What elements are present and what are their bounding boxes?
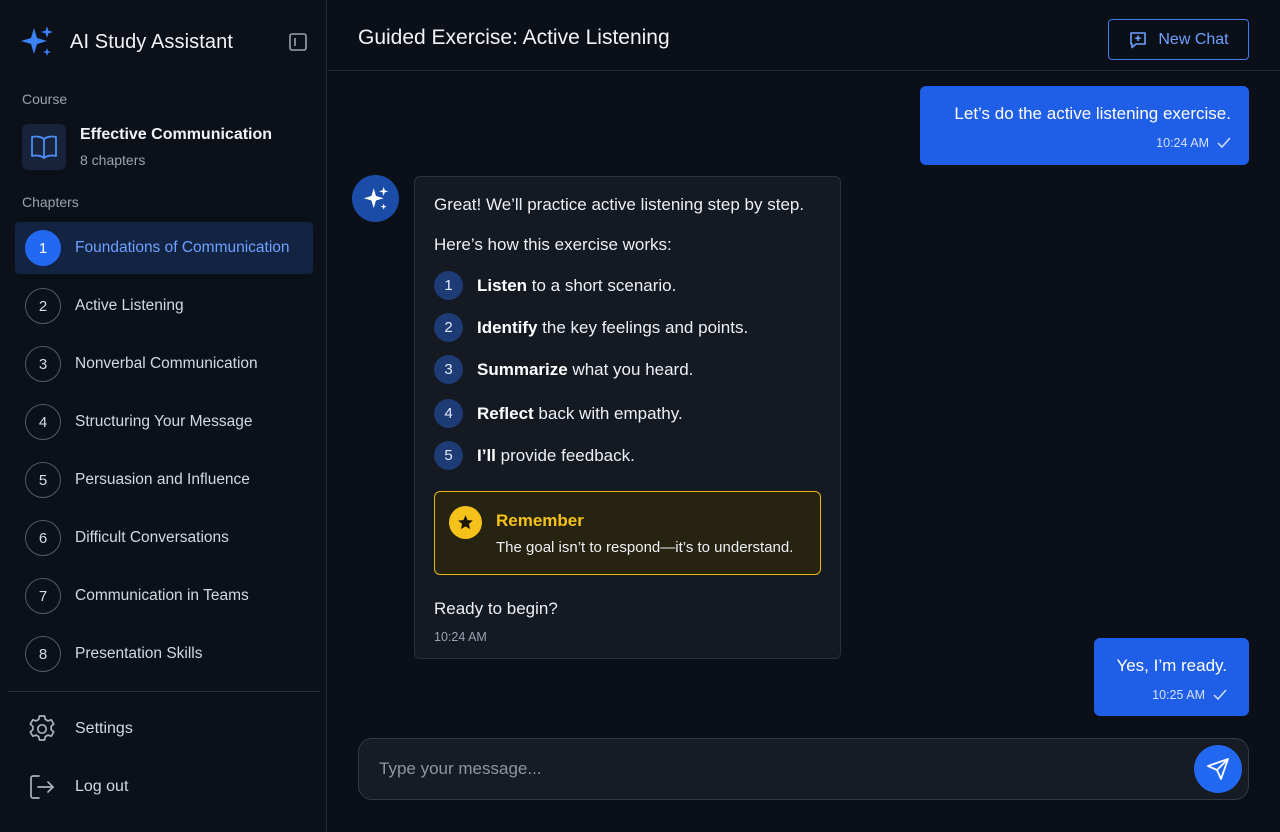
step-item-1: 1 Listen to a short scenario. [434, 271, 676, 300]
star-icon [449, 506, 482, 539]
step-item-5: 5 I’ll provide feedback. [434, 441, 635, 470]
settings-button[interactable]: Settings [24, 711, 304, 747]
chapters-section-label: Chapters [22, 194, 79, 210]
chapter-number: 4 [25, 404, 61, 440]
app-title: AI Study Assistant [70, 30, 233, 53]
assistant-intro: Great! We’ll practice active listening s… [434, 195, 805, 214]
logout-button[interactable]: Log out [24, 769, 304, 805]
step-number: 4 [434, 399, 463, 428]
chapter-number: 7 [25, 578, 61, 614]
sparkle-icon [363, 186, 389, 212]
check-icon [1217, 137, 1231, 149]
step-description: back with empathy. [533, 403, 683, 423]
sparkle-icon [20, 25, 54, 59]
message-composer [358, 738, 1249, 800]
brand: AI Study Assistant [20, 24, 310, 60]
course-chapter-count: 8 chapters [80, 152, 146, 168]
step-item-4: 4 Reflect back with empathy. [434, 399, 683, 428]
course-section-label: Course [22, 91, 68, 107]
message-input[interactable] [379, 739, 1179, 799]
remember-title: Remember [496, 511, 584, 530]
assistant-how: Here’s how this exercise works: [434, 235, 672, 254]
step-text: I’ll provide feedback. [477, 446, 635, 466]
chapter-label: Nonverbal Communication [75, 355, 258, 372]
chapter-label: Difficult Conversations [75, 529, 229, 546]
book-icon [22, 124, 66, 170]
step-keyword: I’ll [477, 445, 496, 465]
chat-header: Guided Exercise: Active Listening New Ch… [328, 0, 1280, 71]
chapter-item-5[interactable]: 5 Persuasion and Influence [15, 454, 313, 506]
step-number: 3 [434, 355, 463, 384]
chapter-number: 1 [25, 230, 61, 266]
chat-panel: Guided Exercise: Active Listening New Ch… [328, 0, 1280, 832]
chapter-item-3[interactable]: 3 Nonverbal Communication [15, 338, 313, 390]
chapter-item-2[interactable]: 2 Active Listening [15, 280, 313, 332]
chapter-item-6[interactable]: 6 Difficult Conversations [15, 512, 313, 564]
step-text: Summarize what you heard. [477, 360, 693, 380]
step-item-3: 3 Summarize what you heard. [434, 355, 693, 384]
new-chat-label: New Chat [1158, 30, 1229, 48]
step-text: Reflect back with empathy. [477, 404, 683, 424]
step-keyword: Reflect [477, 403, 534, 423]
settings-label: Settings [75, 720, 133, 737]
step-item-2: 2 Identify the key feelings and points. [434, 313, 748, 342]
step-keyword: Identify [477, 317, 538, 337]
message-time: 10:24 AM [1156, 136, 1209, 150]
chapter-number: 3 [25, 346, 61, 382]
page-title: Guided Exercise: Active Listening [358, 26, 670, 49]
step-text: Listen to a short scenario. [477, 276, 676, 296]
chapter-item-8[interactable]: 8 Presentation Skills [15, 628, 313, 680]
user-message: Let’s do the active listening exercise. … [920, 86, 1249, 165]
assistant-closing: Ready to begin? [434, 599, 558, 618]
sidebar-collapse-icon[interactable] [286, 30, 310, 54]
chapter-number: 5 [25, 462, 61, 498]
chapter-label: Presentation Skills [75, 645, 203, 662]
step-description: the key feelings and points. [537, 317, 749, 337]
send-icon [1206, 757, 1230, 781]
sidebar: AI Study Assistant Course Effective Comm… [0, 0, 327, 832]
chapter-label: Persuasion and Influence [75, 471, 250, 488]
chapter-label: Structuring Your Message [75, 413, 253, 430]
gear-icon [24, 711, 60, 747]
chapter-number: 8 [25, 636, 61, 672]
message-time: 10:24 AM [434, 630, 487, 644]
message-text: Yes, I’m ready. [1116, 656, 1227, 675]
logout-label: Log out [75, 778, 129, 795]
message-text: Let’s do the active listening exercise. [954, 104, 1231, 123]
sidebar-divider [8, 691, 320, 692]
message-meta: 10:25 AM [1112, 688, 1227, 702]
chapter-label: Foundations of Communication [75, 239, 290, 256]
step-description: to a short scenario. [527, 275, 677, 295]
remember-text: The goal isn’t to respond—it’s to unders… [496, 539, 794, 556]
step-keyword: Listen [477, 275, 528, 295]
chapter-item-1[interactable]: 1 Foundations of Communication [15, 222, 313, 274]
chat-plus-icon [1128, 30, 1148, 50]
new-chat-button[interactable]: New Chat [1108, 19, 1249, 60]
message-time: 10:25 AM [1152, 688, 1205, 702]
step-text: Identify the key feelings and points. [477, 318, 748, 338]
assistant-avatar [352, 175, 399, 222]
user-message: Yes, I’m ready. 10:25 AM [1094, 638, 1249, 716]
step-number: 1 [434, 271, 463, 300]
chapter-number: 2 [25, 288, 61, 324]
check-icon [1213, 689, 1227, 701]
logout-icon [24, 769, 60, 805]
step-number: 5 [434, 441, 463, 470]
remember-callout: Remember The goal isn’t to respond—it’s … [434, 491, 821, 575]
chapter-item-7[interactable]: 7 Communication in Teams [15, 570, 313, 622]
chapter-item-4[interactable]: 4 Structuring Your Message [15, 396, 313, 448]
course-name: Effective Communication [80, 126, 273, 143]
chapter-list: 1 Foundations of Communication 2 Active … [15, 222, 313, 686]
step-description: provide feedback. [495, 445, 635, 465]
step-number: 2 [434, 313, 463, 342]
assistant-message: Great! We’ll practice active listening s… [414, 176, 841, 659]
course-card[interactable]: Effective Communication 8 chapters [22, 122, 312, 172]
step-description: what you heard. [567, 359, 694, 379]
step-keyword: Summarize [477, 359, 568, 379]
chapter-label: Communication in Teams [75, 587, 249, 604]
message-meta: 10:24 AM [938, 136, 1231, 150]
chapter-number: 6 [25, 520, 61, 556]
send-button[interactable] [1194, 745, 1242, 793]
chapter-label: Active Listening [75, 297, 184, 314]
